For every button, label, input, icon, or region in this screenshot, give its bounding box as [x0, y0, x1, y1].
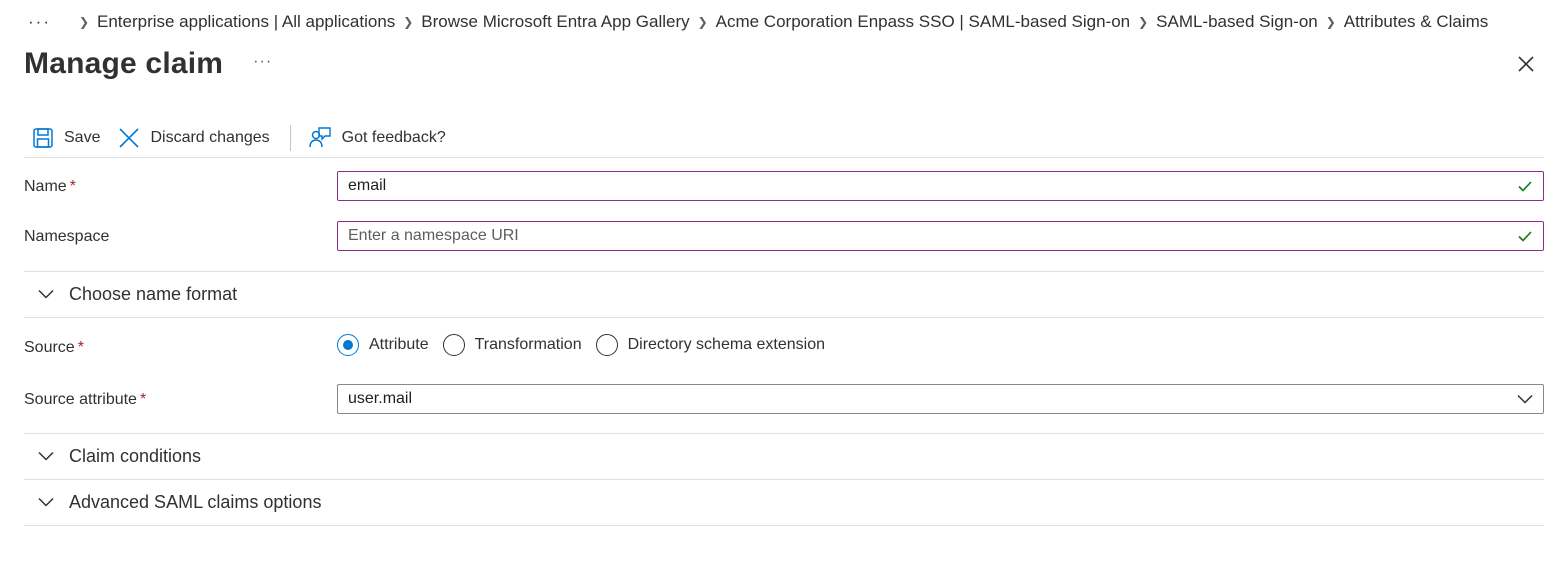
chevron-down-icon [38, 497, 54, 507]
advanced-saml-options-label: Advanced SAML claims options [69, 491, 322, 512]
title-row: Manage claim ··· [24, 44, 272, 84]
radio-unchecked-icon [442, 334, 465, 356]
breadcrumb-item-enterprise-apps[interactable]: Enterprise applications | All applicatio… [97, 12, 395, 32]
source-radio-attribute[interactable]: Attribute [337, 334, 429, 356]
namespace-input[interactable]: Enter a namespace URI [337, 221, 1544, 251]
claim-conditions-label: Claim conditions [69, 445, 202, 466]
section-separator [24, 271, 1544, 272]
feedback-icon [308, 127, 331, 148]
source-radio-directory-schema-extension[interactable]: Directory schema extension [595, 334, 826, 356]
radio-label: Transformation [474, 336, 582, 353]
radio-checked-icon [337, 334, 359, 356]
discard-icon [119, 128, 140, 148]
check-icon [1518, 181, 1532, 192]
name-input-value: email [348, 177, 387, 194]
page-title: Manage claim [24, 47, 224, 80]
claim-conditions-section-toggle[interactable]: Claim conditions [24, 434, 201, 478]
required-marker: * [77, 339, 84, 356]
breadcrumb: ··· ❯ Enterprise applications | All appl… [28, 10, 1488, 34]
source-attribute-label-text: Source attribute [24, 391, 137, 408]
toolbar-divider [289, 125, 291, 151]
name-format-label: Choose name format [69, 283, 238, 304]
source-attribute-value: user.mail [348, 390, 413, 407]
breadcrumb-item-attributes-claims[interactable]: Attributes & Claims [1344, 12, 1489, 32]
source-label-text: Source [24, 339, 75, 356]
source-label: Source * [24, 339, 84, 357]
chevron-right-icon: ❯ [78, 15, 90, 29]
more-options-icon[interactable]: ··· [253, 53, 272, 71]
name-label: Name * [24, 178, 76, 196]
check-icon [1518, 231, 1532, 242]
save-button[interactable]: Save [24, 122, 108, 154]
source-radio-group: Attribute Transformation Directory schem… [337, 332, 839, 358]
save-label: Save [64, 129, 101, 146]
section-separator [24, 525, 1544, 526]
source-attribute-label: Source attribute * [24, 391, 146, 409]
required-marker: * [139, 391, 147, 408]
namespace-placeholder: Enter a namespace URI [348, 227, 519, 244]
save-icon [33, 128, 53, 148]
chevron-right-icon: ❯ [403, 15, 414, 29]
section-separator [24, 433, 1544, 434]
discard-changes-button[interactable]: Discard changes [108, 122, 277, 154]
chevron-down-icon [1517, 394, 1533, 404]
breadcrumb-item-app-gallery[interactable]: Browse Microsoft Entra App Gallery [421, 12, 689, 32]
toolbar-separator [24, 157, 1544, 158]
feedback-label: Got feedback? [341, 129, 446, 146]
chevron-right-icon: ❯ [697, 15, 708, 29]
section-separator [24, 317, 1544, 318]
feedback-button[interactable]: Got feedback? [300, 122, 454, 154]
chevron-down-icon [38, 451, 54, 461]
chevron-down-icon [38, 289, 54, 299]
radio-label: Attribute [369, 336, 429, 353]
close-icon[interactable] [1514, 52, 1538, 76]
breadcrumb-item-saml-sign-on[interactable]: SAML-based Sign-on [1156, 12, 1318, 32]
command-bar: Save Discard changes Got feedback? [24, 122, 454, 154]
namespace-label: Namespace [24, 228, 110, 245]
chevron-right-icon: ❯ [1325, 15, 1336, 29]
discard-label: Discard changes [150, 129, 270, 146]
source-attribute-dropdown[interactable]: user.mail [337, 384, 1544, 414]
breadcrumb-more-icon[interactable]: ··· [28, 12, 51, 32]
radio-label: Directory schema extension [627, 336, 826, 353]
source-radio-transformation[interactable]: Transformation [442, 334, 582, 356]
name-format-section-toggle[interactable]: Choose name format [24, 272, 237, 316]
name-label-text: Name [24, 178, 67, 195]
name-input[interactable]: email [337, 171, 1544, 201]
breadcrumb-item-app-sso[interactable]: Acme Corporation Enpass SSO | SAML-based… [716, 12, 1131, 32]
advanced-saml-options-section-toggle[interactable]: Advanced SAML claims options [24, 480, 321, 524]
chevron-right-icon: ❯ [1138, 15, 1149, 29]
radio-unchecked-icon [595, 334, 618, 356]
required-marker: * [69, 178, 76, 195]
